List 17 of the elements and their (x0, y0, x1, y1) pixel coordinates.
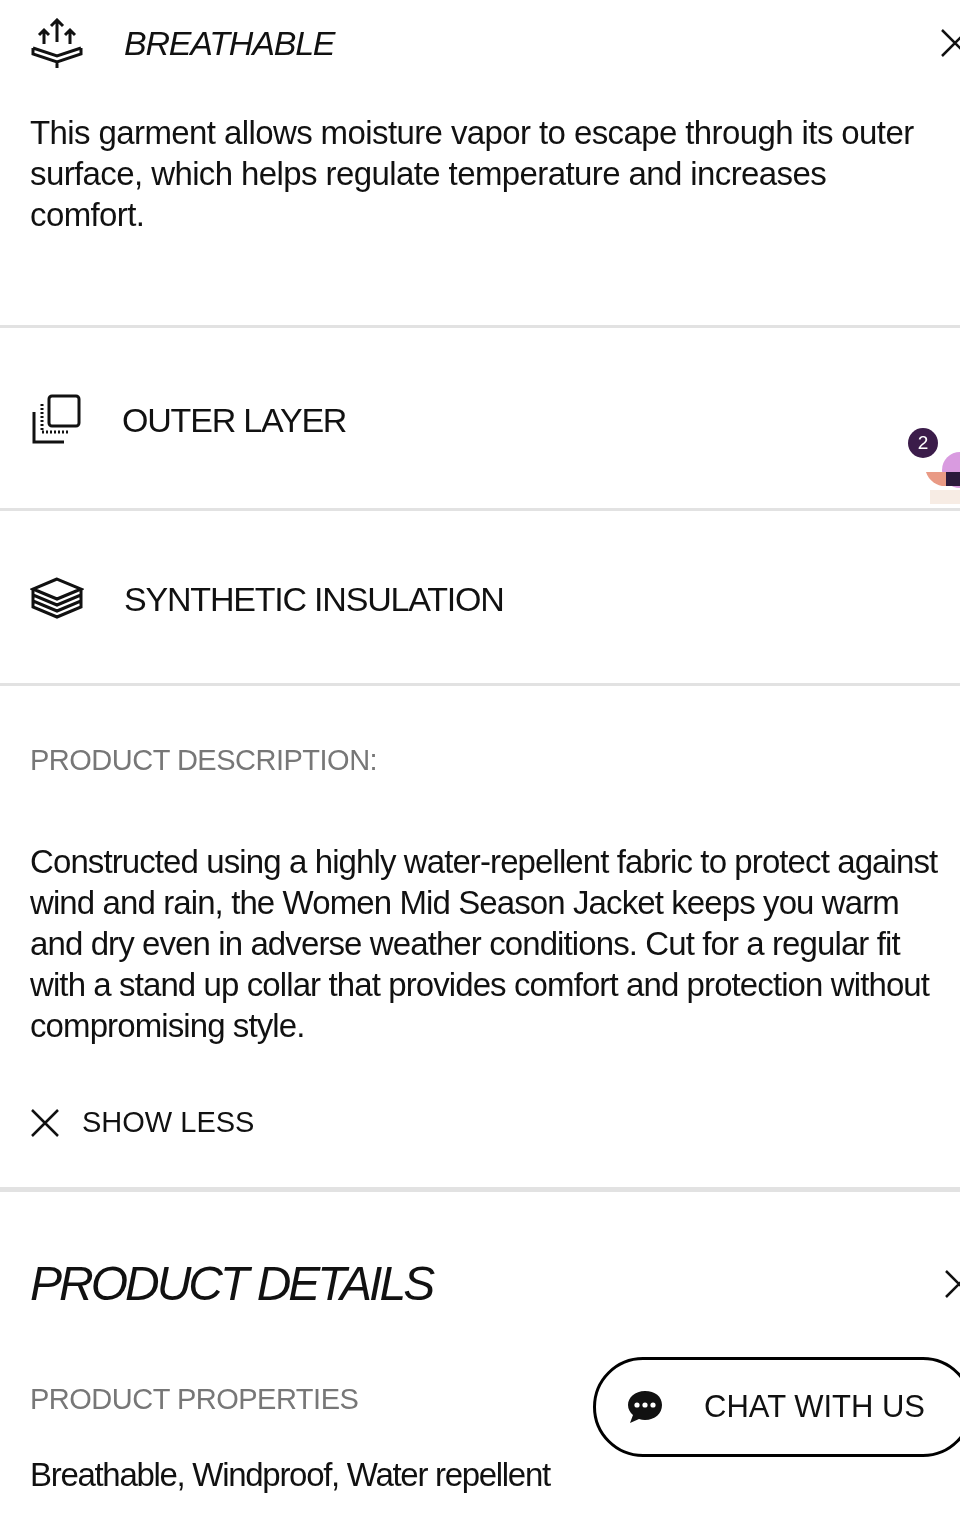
stack-icon (30, 577, 84, 621)
show-less-button[interactable]: SHOW LESS (30, 1106, 255, 1139)
feature-title[interactable]: OUTER LAYER (122, 400, 347, 440)
chat-button[interactable]: CHAT WITH US (593, 1357, 960, 1457)
feature-title[interactable]: SYNTHETIC INSULATION (124, 579, 504, 619)
avatar-icon[interactable] (926, 450, 960, 504)
properties-value: Breathable, Windproof, Water repellent (30, 1456, 550, 1494)
breathable-icon (30, 18, 84, 68)
section-heading[interactable]: PRODUCT DETAILS (30, 1256, 433, 1311)
layers-icon (30, 394, 82, 446)
feature-title[interactable]: BREATHABLE (124, 23, 335, 63)
properties-label: PRODUCT PROPERTIES (30, 1383, 359, 1416)
section-label: PRODUCT DESCRIPTION: (30, 744, 379, 777)
notification-badge: 2 (908, 428, 938, 458)
chat-icon (626, 1389, 664, 1425)
feature-description: This garment allows moisture vapor to escape through its outer surface, which helps regulate temperature and increases comfort. (30, 113, 915, 235)
product-description: Constructed using a highly water-repellent fabric to protect against wind and rain, the Women Mid Season Jacket keeps you warm and dry even in adverse weather conditions. Cut for a regular fit with a stand up collar that provides comfort and protection without compromising style. (30, 842, 939, 1046)
